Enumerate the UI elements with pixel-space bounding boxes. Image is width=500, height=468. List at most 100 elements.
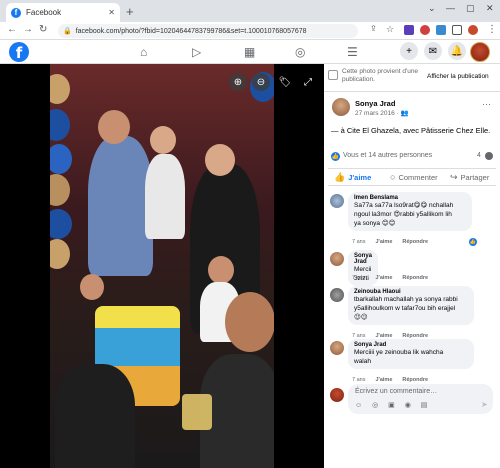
kebab-menu-icon[interactable]: ⋮ [487,24,497,35]
facebook-logo-icon[interactable]: f [9,42,29,62]
profile-icon[interactable] [468,25,478,35]
publication-notice-text: Cette photo provient d'une publication. [342,68,419,83]
browser-tab-strip: f Facebook ✕ + ⌄ — ▢ ✕ [0,0,500,22]
home-icon[interactable]: ⌂ [140,45,147,59]
send-icon[interactable]: ➤ [481,400,488,409]
comment-text: Merciiii ye zeinouba lik wahcha [354,349,444,356]
bell-icon[interactable]: 🔔 [448,42,466,60]
tab-close-icon[interactable]: ✕ [108,8,115,17]
commenter-avatar[interactable] [330,194,344,208]
comment-text: walah [354,358,371,365]
extension-icon[interactable] [404,25,414,35]
post-caption: — à Cite El Ghazela, avec Pâtisserie Che… [331,126,491,135]
close-window-button[interactable]: ✕ [486,3,494,14]
more-options-icon[interactable]: ··· [482,99,491,109]
marketplace-icon[interactable]: ▦ [244,45,255,59]
balloon [50,144,72,174]
comment-label: Commenter [398,172,438,182]
plus-icon[interactable]: + [400,42,418,60]
post-actions: 👍 J'aime ○ Commenter ↪ Partager [328,168,496,186]
comment-time[interactable]: 7 ans [352,275,365,281]
like-reaction-icon: 👍 [331,152,340,161]
my-avatar[interactable] [330,388,344,402]
comment-time[interactable]: 7 ans [352,239,365,245]
groups-icon[interactable]: ◎ [295,45,305,59]
glass [182,394,212,430]
comment-author[interactable]: Sonya Jrad [354,253,372,265]
comment-count[interactable]: 4 [477,152,481,159]
zoom-out-icon[interactable]: ⊖ [252,73,270,91]
back-arrow-icon[interactable]: ← [7,24,17,35]
comment-reply-link[interactable]: Répondre [402,275,428,281]
menu-icon[interactable]: ☰ [347,45,358,59]
new-tab-button[interactable]: + [126,4,134,19]
fullscreen-icon[interactable]: ⤢ [299,73,317,91]
forward-arrow-icon[interactable]: → [23,24,33,35]
chevron-down-icon[interactable]: ⌄ [428,3,436,14]
comment-input[interactable]: Écrivez un commentaire… ☺ ◎ ▣ ◉ ▤ ➤ [348,384,493,414]
maximize-button[interactable]: ▢ [466,3,475,14]
comment-text: ya sonya 😊😊 [354,220,396,227]
boy-head [225,292,274,352]
post-date[interactable]: 27 mars 2016 · 👥 [355,109,409,117]
composer-tool-icons[interactable]: ☺ ◎ ▣ ◉ ▤ [355,401,431,409]
comment-like-link[interactable]: J'aime [375,239,392,245]
zoom-in-icon[interactable]: ⊕ [229,73,247,91]
comment-like-link[interactable]: J'aime [375,377,392,383]
sidebar-icon[interactable] [452,25,462,35]
document-icon [328,70,338,80]
comment-like-link[interactable]: J'aime [375,275,392,281]
comment-text: tbarkallah machallah ya sonya rabbi [354,296,458,303]
like-label: J'aime [348,173,372,182]
extension-icon[interactable] [420,25,430,35]
url-text: facebook.com/photo/?fbid=102046447837997… [75,27,307,35]
share-button[interactable]: ↪ Partager [450,172,489,183]
post-author[interactable]: Sonya Jrad [355,99,395,108]
minimize-button[interactable]: — [446,3,455,13]
share-label: Partager [460,173,490,182]
kid-head [80,274,104,300]
lock-icon: 🔒 [63,28,72,35]
browser-tab[interactable]: f Facebook ✕ [6,3,120,22]
man-head [98,110,130,144]
comment-text: 😉😉 [354,314,368,321]
extension-icon[interactable] [436,25,446,35]
comment-button[interactable]: ○ Commenter [390,172,438,182]
view-publication-link[interactable]: Afficher la publication [427,73,489,80]
comment-meta: 7 ans J'aime Répondre [352,239,428,245]
reactions-text[interactable]: Vous et 14 autres personnes [343,152,432,159]
thumbs-up-icon: 👍 [334,172,346,182]
profile-avatar[interactable] [470,42,490,62]
comment-meta: 7 ans J'aime Répondre [352,275,428,281]
commenter-avatar[interactable] [330,252,344,266]
like-button[interactable]: 👍 J'aime [334,172,371,183]
like-reaction-icon: 👍 [469,238,477,246]
messenger-icon[interactable]: ✉ [424,42,442,60]
comment-text: ngoul la3mor 😍rabbi y5allikom lih [354,211,452,218]
comment-bubble: Sonya Jrad Merciiii ye zeinouba lik wahc… [348,339,474,369]
comment-reply-link[interactable]: Répondre [402,377,428,383]
reactions-summary[interactable]: 👍 Vous et 14 autres personnes 4 [331,151,493,163]
comment-bubble-icon [485,152,493,160]
tag-icon[interactable]: 🏷 [276,73,294,91]
balloon [50,209,72,239]
share-icon[interactable]: ⇪ [370,24,377,33]
balloon [50,239,70,269]
reload-icon[interactable]: ↻ [39,24,47,35]
balloon [50,174,70,206]
comment-reply-link[interactable]: Répondre [402,239,428,245]
child-figure [145,154,185,239]
comment-text: y5allihoulkom w tafar7ou bih erajjel [354,305,456,312]
comment-bubble: Imen Benslama Sa77a sa77a lso9rat😋😋 ncha… [348,192,472,231]
author-avatar[interactable] [332,98,350,116]
bookmark-star-icon[interactable]: ☆ [386,24,394,35]
birthday-photo[interactable] [50,64,274,468]
address-bar[interactable]: 🔒 facebook.com/photo/?fbid=1020464478379… [58,24,358,38]
video-icon[interactable]: ▷ [192,45,201,59]
commenter-avatar[interactable] [330,288,344,302]
commenter-avatar[interactable] [330,341,344,355]
woman-head [205,144,235,176]
child-head [150,126,176,154]
comment-time[interactable]: 7 ans [352,377,365,383]
browser-toolbar: ← → ↻ 🔒 facebook.com/photo/?fbid=1020464… [0,22,500,40]
